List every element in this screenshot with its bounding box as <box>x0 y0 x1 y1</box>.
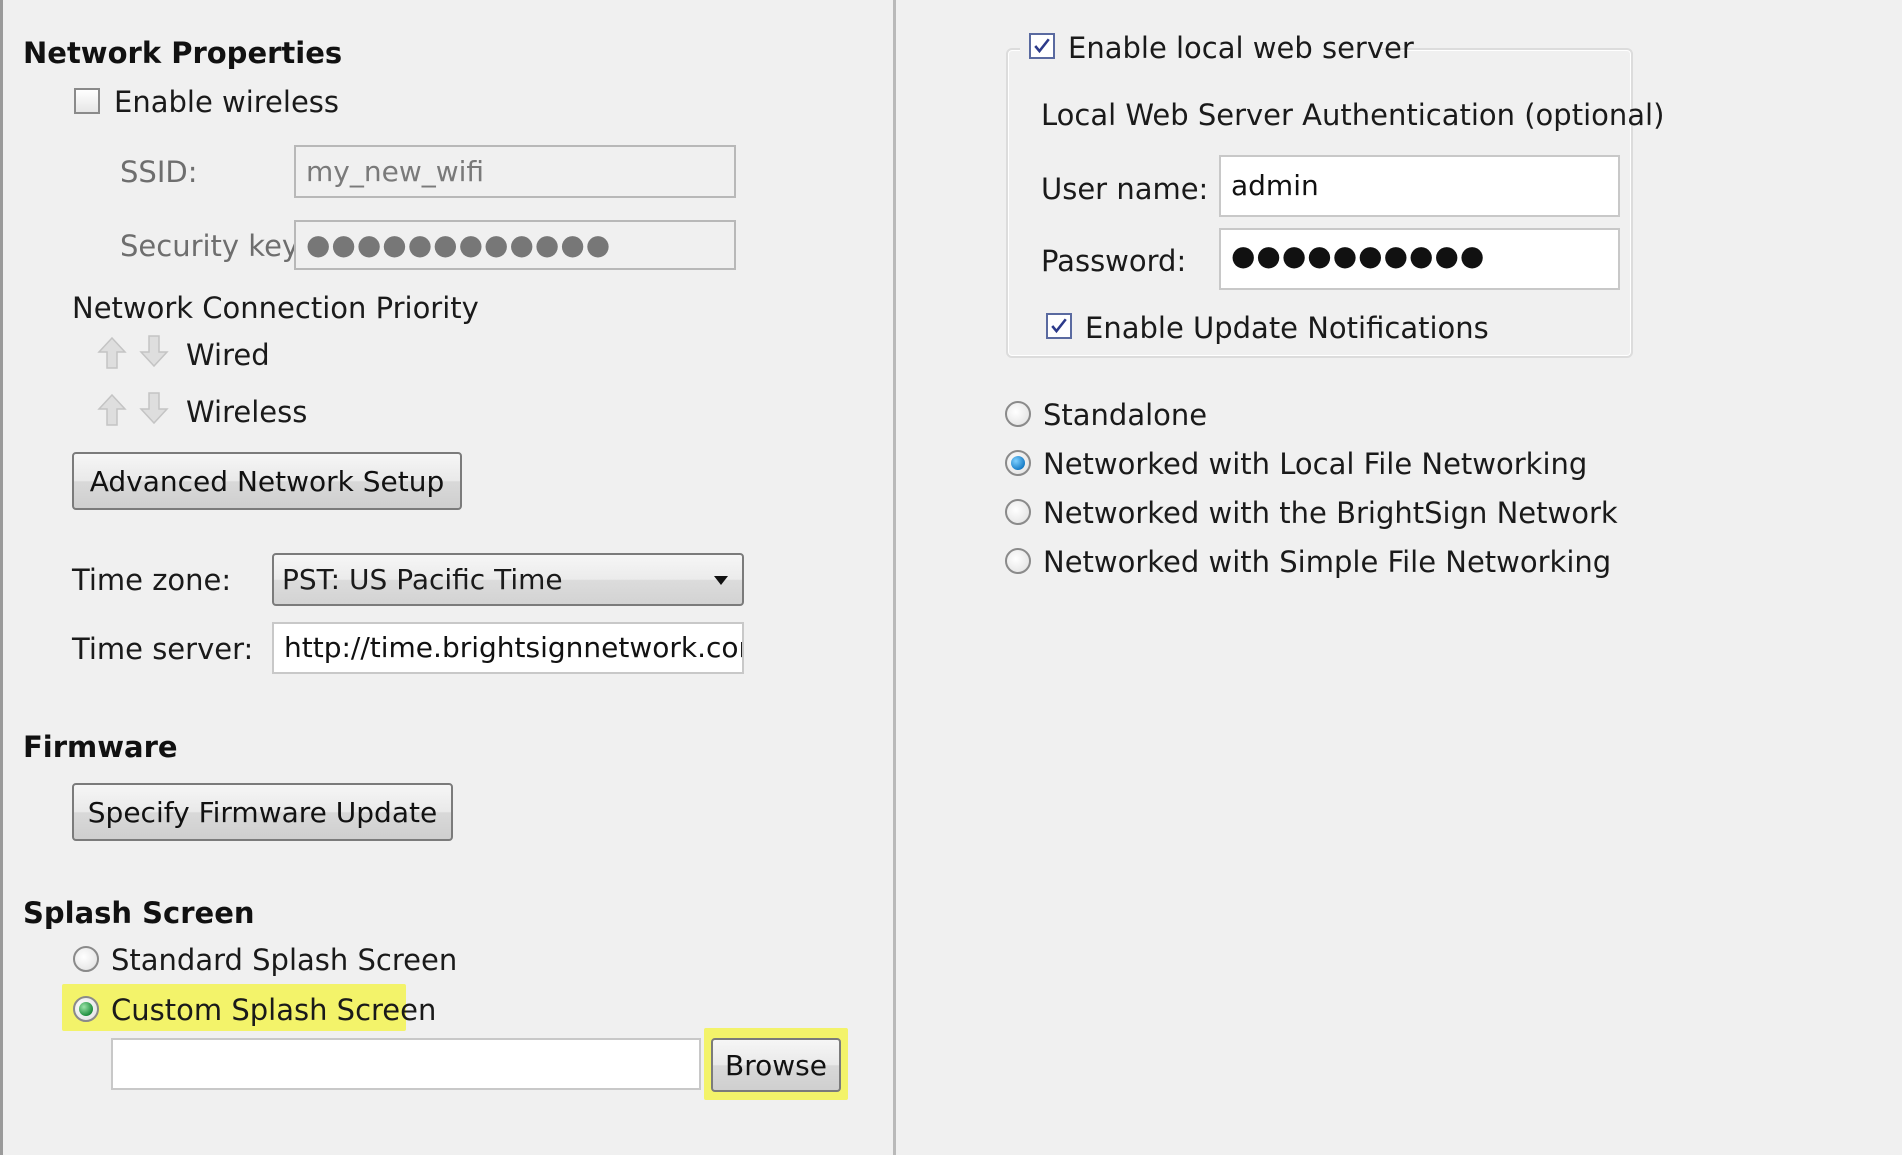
priority-wired-label: Wired <box>186 338 270 372</box>
brightsign-network-label: Networked with the BrightSign Network <box>1043 496 1618 530</box>
password-label: Password: <box>1041 244 1187 278</box>
priority-title: Network Connection Priority <box>72 291 479 325</box>
brightsign-network-radio[interactable] <box>1005 499 1031 525</box>
enable-wireless-label: Enable wireless <box>114 85 340 119</box>
username-label: User name: <box>1041 172 1209 206</box>
checkmark-icon <box>1051 318 1067 334</box>
security-key-input[interactable]: ●●●●●●●●●●●● <box>294 220 736 270</box>
ssid-label: SSID: <box>120 155 198 189</box>
standard-splash-label: Standard Splash Screen <box>111 943 458 977</box>
splash-path-input[interactable] <box>111 1038 701 1090</box>
timeserver-label: Time server: <box>72 632 254 666</box>
timezone-label: Time zone: <box>72 563 232 597</box>
enable-update-notifications-label: Enable Update Notifications <box>1085 311 1489 345</box>
timezone-value: PST: US Pacific Time <box>282 563 563 596</box>
window-edge <box>0 0 3 1155</box>
arrow-up-icon[interactable] <box>97 336 127 370</box>
simple-file-networking-radio[interactable] <box>1005 548 1031 574</box>
firmware-title: Firmware <box>23 730 178 764</box>
chevron-down-icon <box>714 575 728 585</box>
timezone-select[interactable]: PST: US Pacific Time <box>272 553 744 606</box>
local-file-networking-radio[interactable] <box>1005 450 1031 476</box>
enable-web-server-label: Enable local web server <box>1068 31 1414 65</box>
auth-title: Local Web Server Authentication (optiona… <box>1041 98 1665 132</box>
advanced-network-setup-button[interactable]: Advanced Network Setup <box>72 452 462 510</box>
security-key-label: Security key: <box>120 229 307 263</box>
enable-update-notifications-checkbox[interactable] <box>1046 313 1072 339</box>
custom-splash-label: Custom Splash Screen <box>111 993 437 1027</box>
arrow-up-icon[interactable] <box>97 393 127 427</box>
browse-button[interactable]: Browse <box>711 1038 841 1092</box>
specify-firmware-update-button[interactable]: Specify Firmware Update <box>72 783 453 841</box>
enable-web-server-checkbox[interactable] <box>1029 33 1055 59</box>
timeserver-input[interactable]: http://time.brightsignnetwork.com <box>272 622 744 674</box>
standalone-label: Standalone <box>1043 398 1208 432</box>
ssid-input[interactable]: my_new_wifi <box>294 145 736 198</box>
standard-splash-radio[interactable] <box>73 946 99 972</box>
panel-divider <box>893 0 896 1155</box>
local-file-networking-label: Networked with Local File Networking <box>1043 447 1588 481</box>
enable-wireless-checkbox[interactable] <box>74 88 100 114</box>
priority-wireless-label: Wireless <box>186 395 308 429</box>
network-properties-title: Network Properties <box>23 36 343 70</box>
splash-screen-title: Splash Screen <box>23 896 255 930</box>
standalone-radio[interactable] <box>1005 401 1031 427</box>
username-input[interactable]: admin <box>1219 155 1620 217</box>
arrow-down-icon[interactable] <box>139 391 169 425</box>
password-input[interactable]: ●●●●●●●●●● <box>1219 228 1620 290</box>
checkmark-icon <box>1034 38 1050 54</box>
custom-splash-radio[interactable] <box>73 996 99 1022</box>
arrow-down-icon[interactable] <box>139 334 169 368</box>
simple-file-networking-label: Networked with Simple File Networking <box>1043 545 1612 579</box>
